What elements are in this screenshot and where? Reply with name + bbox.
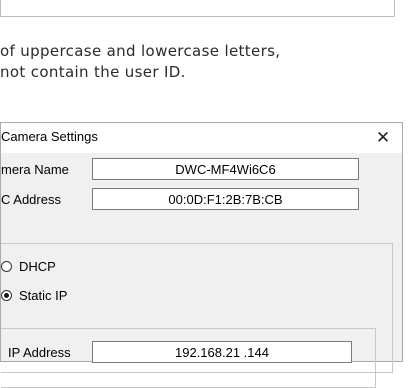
radio-option-dhcp[interactable]: DHCP <box>1 259 56 274</box>
dhcp-label: DHCP <box>19 259 56 274</box>
static-ip-label: Static IP <box>19 288 68 303</box>
close-icon: ✕ <box>375 128 391 148</box>
document-text: of uppercase and lowercase letters, not … <box>0 41 411 83</box>
dialog-title: Camera Settings <box>1 129 98 144</box>
mac-address-label: C Address <box>1 192 61 207</box>
document-line-2: not contain the user ID. <box>0 63 186 81</box>
ip-address-label: IP Address <box>8 345 71 360</box>
radio-unchecked-icon[interactable] <box>1 261 12 272</box>
radio-checked-icon[interactable] <box>1 290 12 301</box>
close-button[interactable]: ✕ <box>366 123 400 153</box>
mac-address-field: 00:0D:F1:2B:7B:CB <box>92 188 359 210</box>
radio-option-static-ip[interactable]: Static IP <box>1 288 67 303</box>
document-line-1: of uppercase and lowercase letters, <box>0 42 281 60</box>
document-input-field-partial <box>0 0 395 17</box>
dialog-titlebar: Camera Settings ✕ <box>1 123 402 153</box>
camera-settings-dialog: Camera Settings ✕ mera Name DWC-MF4Wi6C6… <box>0 122 403 388</box>
camera-name-field[interactable]: DWC-MF4Wi6C6 <box>92 158 359 180</box>
camera-name-label: mera Name <box>1 162 69 177</box>
ip-address-field[interactable]: 192.168.21 .144 <box>92 341 352 363</box>
